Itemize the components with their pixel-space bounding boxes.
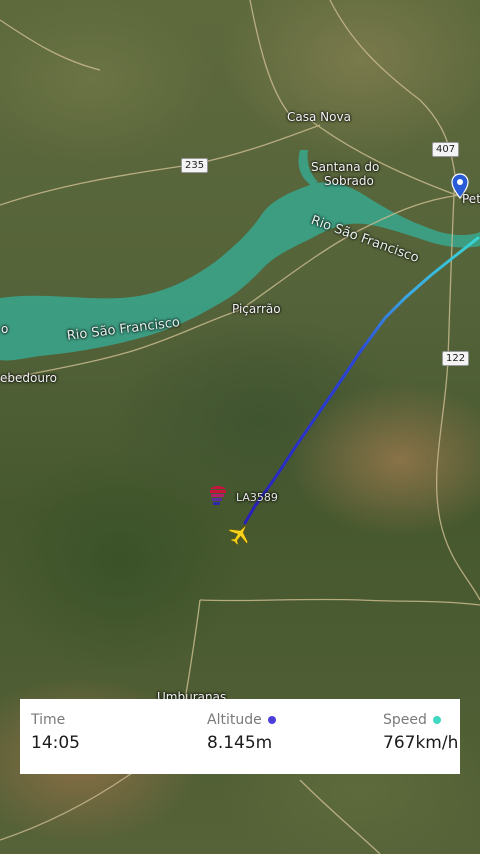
speed-value: 767km/h <box>383 733 459 753</box>
place-left-o: o <box>1 322 9 336</box>
place-santana-line1: Santana do <box>311 160 380 174</box>
latam-logo-icon <box>210 486 226 505</box>
road-shield-407: 407 <box>432 142 460 157</box>
flight-track <box>243 236 480 525</box>
time-value: 14:05 <box>31 733 80 753</box>
altitude-section: Altitude 8.145m <box>207 712 276 753</box>
flight-info-card: Time 14:05 Altitude 8.145m Speed 767km/h <box>20 699 460 774</box>
altitude-value: 8.145m <box>207 733 273 753</box>
road-shield-122: 122 <box>442 351 470 366</box>
time-label: Time <box>31 712 66 728</box>
place-casa-nova: Casa Nova <box>287 110 351 124</box>
altitude-label: Altitude <box>207 712 262 728</box>
place-santana-line2: Sobrado <box>324 174 374 188</box>
road-shield-235: 235 <box>181 158 209 173</box>
flight-number-label: LA3589 <box>236 491 278 504</box>
speed-label: Speed <box>383 712 427 728</box>
place-petrolina-partial: Pet <box>462 192 480 206</box>
time-section: Time 14:05 <box>31 712 80 753</box>
airplane-icon[interactable] <box>225 519 255 549</box>
speed-legend-dot-icon <box>432 716 441 724</box>
place-picarrao: Piçarrão <box>232 302 281 316</box>
speed-section: Speed 767km/h <box>383 712 458 753</box>
place-sobradinho-partial: ebedouro <box>0 371 57 385</box>
altitude-legend-dot-icon <box>267 716 276 724</box>
